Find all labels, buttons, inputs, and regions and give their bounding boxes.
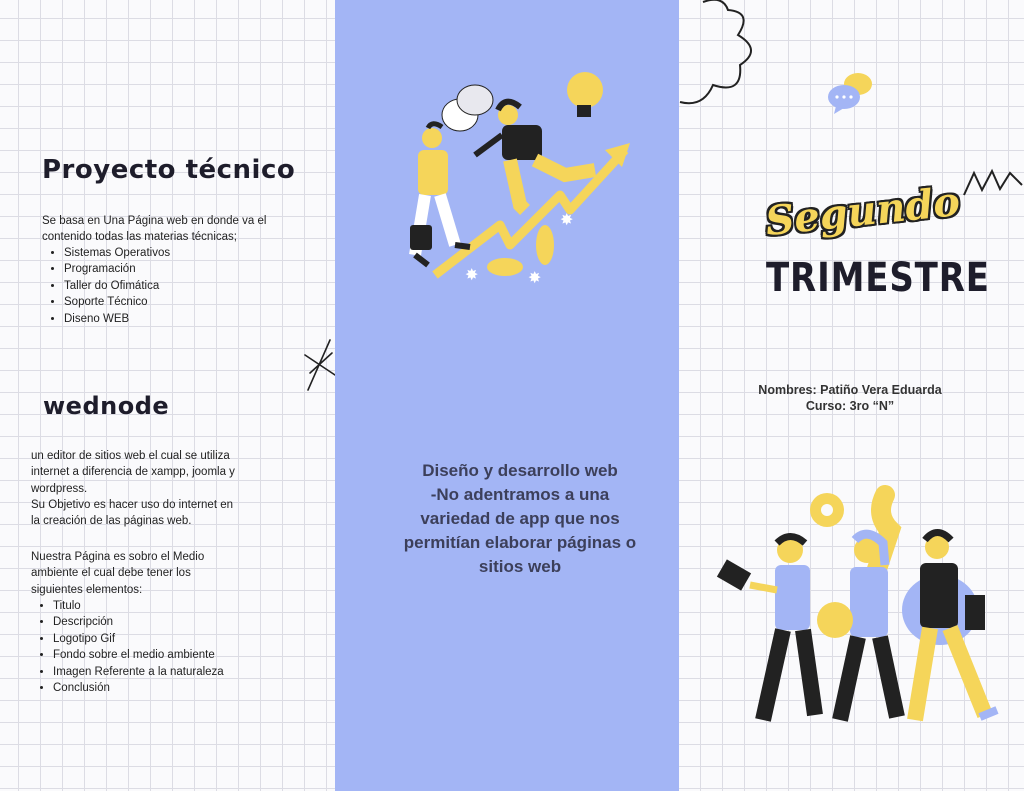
svg-text:✸: ✸	[465, 267, 478, 284]
list-item: Taller do Ofimática	[64, 278, 170, 294]
section2-list: TituloDescripciónLogotipo GifFondo sobre…	[31, 598, 224, 696]
list-item: Diseno WEB	[64, 311, 170, 327]
section2-para3: Nuestra Página es sobro el Medio ambient…	[31, 551, 205, 596]
middle-text-line: -No adentramos a una	[430, 485, 610, 504]
list-item: Fondo sobre el medio ambiente	[53, 647, 224, 663]
zigzag-doodle-icon	[963, 168, 1023, 196]
student-course: Curso: 3ro “N”	[805, 399, 895, 413]
svg-text:✸: ✸	[528, 270, 541, 287]
cloud-doodle-icon	[679, 0, 752, 105]
middle-text-line: sitios web	[478, 557, 562, 576]
section-title-proyecto: Proyecto técnico	[42, 155, 296, 185]
middle-text-line: Diseño y desarrollo web	[422, 461, 618, 480]
scribble-star-icon	[304, 339, 336, 391]
list-item: Soporte Técnico	[64, 294, 170, 310]
list-item: Descripción	[53, 614, 224, 630]
middle-text-line: variedad de app que nos	[420, 509, 620, 528]
svg-text:✸: ✸	[560, 212, 573, 229]
section2-para1: un editor de sitios web el cual se utili…	[31, 450, 235, 495]
list-item: Programación	[64, 261, 170, 277]
team-walking-illustration	[716, 485, 999, 722]
list-item: Conclusión	[53, 680, 224, 696]
list-item: Logotipo Gif	[53, 631, 224, 647]
middle-text-line: permitían elaborar páginas o	[403, 533, 637, 552]
list-item: Imagen Referente a la naturaleza	[53, 664, 224, 680]
section1-list: Sistemas OperativosProgramaciónTaller do…	[42, 245, 170, 327]
list-item: Sistemas Operativos	[64, 245, 170, 261]
teamwork-illustration: ✸ ✸ ✸	[409, 72, 630, 287]
section-title-wednode: wednode	[43, 392, 170, 420]
section1-intro: Se basa en Una Página web en donde va el…	[42, 215, 267, 244]
middle-text-block: Diseño y desarrollo web -No adentramos a …	[380, 459, 660, 579]
chat-bubbles-icon	[828, 73, 872, 114]
title-script: Segundo	[763, 177, 963, 246]
section2-para2: Su Objetivo es hacer uso do internet en …	[31, 499, 234, 528]
list-item: Titulo	[53, 598, 224, 614]
student-names: Nombres: Patiño Vera Eduarda	[758, 383, 942, 397]
title-main: TRIMESTRE	[766, 255, 990, 301]
